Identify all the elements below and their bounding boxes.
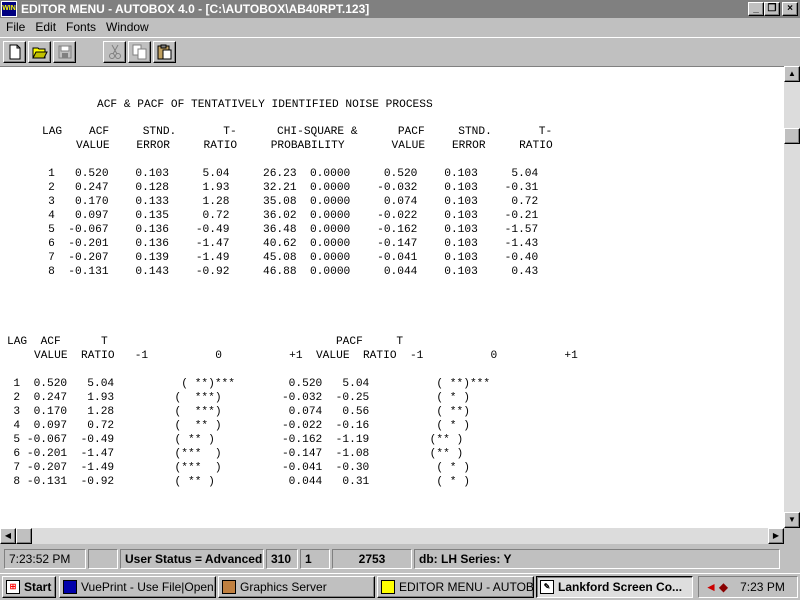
table2-rows: 1 0.520 5.04 ( **)*** 0.520 5.04 ( **)**…: [0, 377, 490, 489]
table-row: 4 0.097 0.72 ( ** ) -0.022 -0.16 ( * ): [0, 420, 470, 432]
table-row: 5 -0.067 0.136 -0.49 36.48 0.0000 -0.162…: [28, 224, 539, 236]
graphics-server-icon: [222, 580, 236, 594]
window-title: EDITOR MENU - AUTOBOX 4.0 - [C:\AUTOBOX\…: [21, 2, 370, 16]
task-label: EDITOR MENU - AUTOB...: [399, 580, 534, 594]
table2-header-row1: LAG ACF T PACF T: [7, 336, 404, 348]
save-disk-icon: [58, 45, 71, 59]
new-document-button[interactable]: [3, 41, 26, 63]
table-row: 1 0.520 0.103 5.04 26.23 0.0000 0.520 0.…: [28, 168, 539, 180]
status-blank: [88, 549, 118, 569]
scroll-up-arrow-icon[interactable]: ▲: [784, 66, 800, 82]
tray-app-icon[interactable]: ◆: [719, 580, 728, 594]
status-bar: 7:23:52 PM User Status = Advanced 310 1 …: [0, 546, 800, 572]
table1-rows: 1 0.520 0.103 5.04 26.23 0.0000 0.520 0.…: [28, 167, 538, 279]
autobox-app-icon[interactable]: WIN: [1, 1, 17, 17]
start-label: Start: [24, 580, 52, 594]
status-count: 2753: [332, 549, 412, 569]
vueprint-icon: [63, 580, 77, 594]
copy-button[interactable]: [128, 41, 151, 63]
table-row: 2 0.247 0.128 1.93 32.21 0.0000 -0.032 0…: [28, 182, 539, 194]
start-button[interactable]: ⊞ Start: [2, 576, 56, 598]
cut-button[interactable]: [103, 41, 126, 63]
minimize-button[interactable]: _: [748, 2, 764, 16]
scroll-right-arrow-icon[interactable]: ▶: [768, 528, 784, 544]
task-label: Graphics Server: [240, 580, 327, 594]
status-user: User Status = Advanced: [120, 549, 264, 569]
windows-logo-icon: ⊞: [6, 580, 20, 594]
task-graphics-server[interactable]: Graphics Server: [218, 576, 375, 598]
restore-button[interactable]: ❐: [764, 2, 780, 16]
tray-speaker-icon[interactable]: ◄: [705, 580, 717, 594]
tray-clock: 7:23 PM: [740, 580, 785, 594]
vertical-scrollbar[interactable]: ▲ ▼: [784, 66, 800, 528]
menu-file[interactable]: File: [0, 18, 29, 37]
table-row: 3 0.170 0.133 1.28 35.08 0.0000 0.074 0.…: [28, 196, 539, 208]
menu-fonts[interactable]: Fonts: [60, 18, 100, 37]
table-row: 6 -0.201 -1.47 (*** ) -0.147 -1.08 (** ): [0, 448, 464, 460]
status-col: 310: [266, 549, 298, 569]
toolbar: [0, 37, 800, 65]
paste-button[interactable]: [153, 41, 176, 63]
status-db: db: LH Series: Y: [414, 549, 780, 569]
cut-scissors-icon: [108, 44, 121, 59]
status-time: 7:23:52 PM: [4, 549, 86, 569]
menu-window[interactable]: Window: [100, 18, 153, 37]
status-line: 1: [300, 549, 330, 569]
table1-header-row2: VALUE ERROR RATIO PROBABILITY VALUE ERRO…: [76, 140, 553, 152]
table-row: 3 0.170 1.28 ( ***) 0.074 0.56 ( **): [0, 406, 470, 418]
menu-bar: File Edit Fonts Window: [0, 18, 800, 37]
table-row: 7 -0.207 0.139 -1.49 45.08 0.0000 -0.041…: [28, 252, 539, 264]
scroll-down-arrow-icon[interactable]: ▼: [784, 512, 800, 528]
paste-clipboard-icon: [157, 44, 171, 60]
task-lankford-screen[interactable]: ✎ Lankford Screen Co...: [536, 576, 693, 598]
close-button[interactable]: ×: [782, 2, 798, 16]
scrollbar-corner: [784, 528, 800, 544]
open-folder-icon: [31, 47, 48, 59]
title-bar[interactable]: WIN EDITOR MENU - AUTOBOX 4.0 - [C:\AUTO…: [0, 0, 800, 18]
task-editor-menu[interactable]: EDITOR MENU - AUTOB...: [377, 576, 534, 598]
table-row: 2 0.247 1.93 ( ***) -0.032 -0.25 ( * ): [0, 392, 470, 404]
table-row: 1 0.520 5.04 ( **)*** 0.520 5.04 ( **)**…: [0, 378, 491, 390]
report-title: ACF & PACF OF TENTATIVELY IDENTIFIED NOI…: [97, 99, 433, 111]
table-row: 6 -0.201 0.136 -1.47 40.62 0.0000 -0.147…: [28, 238, 539, 250]
table-row: 8 -0.131 -0.92 ( ** ) 0.044 0.31 ( * ): [0, 476, 470, 488]
report-document[interactable]: ACF & PACF OF TENTATIVELY IDENTIFIED NOI…: [0, 66, 784, 528]
system-tray: ◄ ◆ 7:23 PM: [698, 576, 798, 598]
horizontal-scroll-thumb[interactable]: [16, 528, 32, 544]
table-row: 5 -0.067 -0.49 ( ** ) -0.162 -1.19 (** ): [0, 434, 464, 446]
task-label: VuePrint - Use File|Open....: [81, 580, 216, 594]
save-button[interactable]: [53, 41, 76, 63]
table-row: 8 -0.131 0.143 -0.92 46.88 0.0000 0.044 …: [28, 266, 539, 278]
new-document-icon: [9, 44, 20, 60]
table-row: 4 0.097 0.135 0.72 36.02 0.0000 -0.022 0…: [28, 210, 539, 222]
editor-menu-icon: [381, 580, 395, 594]
task-label: Lankford Screen Co...: [558, 580, 683, 594]
open-folder-button[interactable]: [28, 41, 51, 63]
scroll-left-arrow-icon[interactable]: ◀: [0, 528, 16, 544]
screen-capture-icon: ✎: [540, 580, 554, 594]
horizontal-scrollbar[interactable]: ◀ ▶: [0, 528, 784, 544]
taskbar: ⊞ Start VuePrint - Use File|Open.... Gra…: [0, 573, 800, 600]
copy-icon: [132, 44, 146, 60]
vertical-scroll-thumb[interactable]: [784, 128, 800, 144]
menu-edit[interactable]: Edit: [29, 18, 60, 37]
table-row: 7 -0.207 -1.49 (*** ) -0.041 -0.30 ( * ): [0, 462, 470, 474]
task-vueprint[interactable]: VuePrint - Use File|Open....: [59, 576, 216, 598]
table1-header-row1: LAG ACF STND. T- CHI-SQUARE & PACF STND.…: [42, 126, 553, 138]
table2-header-row2: VALUE RATIO -1 0 +1 VALUE RATIO -1 0 +1: [34, 350, 578, 362]
